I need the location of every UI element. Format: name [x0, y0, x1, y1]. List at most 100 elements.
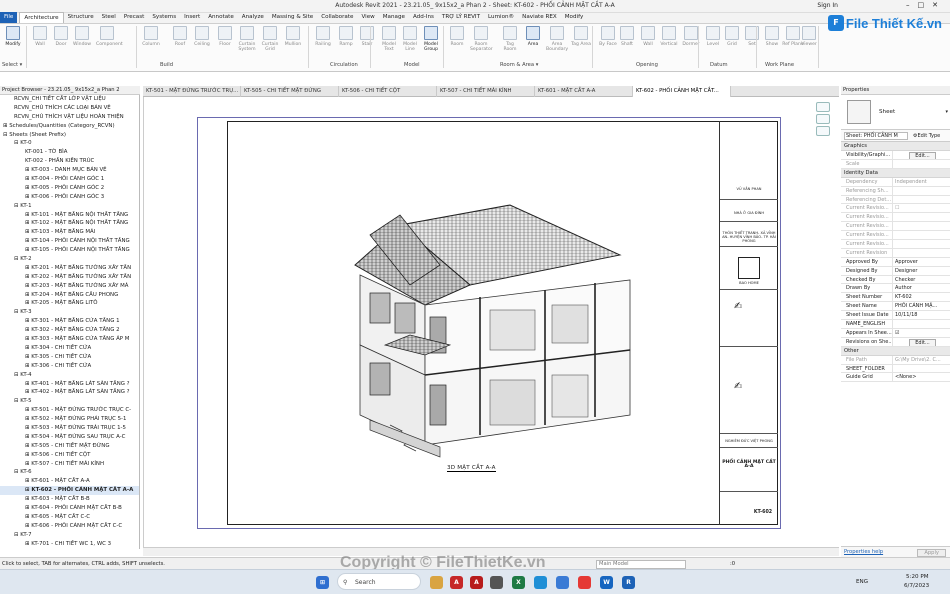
ribbon-button-viewer[interactable]: Viewer — [798, 25, 820, 61]
property-value[interactable] — [893, 222, 950, 230]
ribbon-tab-tr-l-revit[interactable]: TRỢ LÝ REVIT — [438, 12, 484, 23]
property-value[interactable] — [893, 320, 950, 328]
ribbon-button-shaft[interactable]: Shaft — [616, 25, 638, 61]
tree-item[interactable]: RCVN_CHÚ THÍCH CÁC LOẠI BẢN VẼ — [0, 104, 139, 113]
property-value[interactable]: Independent — [893, 178, 950, 186]
ribbon-button-column[interactable]: Column — [140, 25, 162, 61]
clock-time[interactable]: 5:20 PM — [906, 574, 929, 580]
tree-item[interactable]: ⊞ KT-202 - MẶT BẰNG TƯỜNG XÂY TẦN — [0, 273, 139, 282]
ribbon-button-railing[interactable]: Railing — [312, 25, 334, 61]
tree-item[interactable]: ⊞ KT-105 - PHỐI CẢNH NỘI THẤT TẦNG — [0, 246, 139, 255]
tree-item[interactable]: ⊞ KT-101 - MẶT BẰNG NỘI THẤT TẦNG — [0, 211, 139, 220]
ribbon-button-area[interactable]: Area — [522, 25, 544, 61]
ribbon-panel-opening[interactable]: Opening — [636, 62, 658, 68]
property-value[interactable] — [893, 187, 950, 195]
ribbon-panel-circulation[interactable]: Circulation — [330, 62, 358, 68]
edge-icon[interactable] — [534, 576, 547, 589]
edit-button[interactable]: Edit... — [909, 152, 936, 159]
ribbon-tab-precast[interactable]: Precast — [120, 12, 149, 23]
tree-item[interactable]: ⊞ KT-606 - PHỐI CẢNH MẶT CẮT C-C — [0, 522, 139, 531]
active-model-dropdown[interactable]: Main Model — [596, 560, 686, 569]
ribbon-button-wall[interactable]: Wall — [637, 25, 659, 61]
ribbon-button-ramp[interactable]: Ramp — [335, 25, 357, 61]
ribbon-button-curtain-system[interactable]: Curtain System — [236, 25, 258, 61]
property-value[interactable]: Edit... — [893, 338, 950, 346]
tree-item[interactable]: ⊞ KT-005 - PHỐI CẢNH GÓC 2 — [0, 184, 139, 193]
tree-item[interactable]: ⊞ KT-306 - CHI TIẾT CỬA — [0, 362, 139, 371]
windows-start-icon[interactable]: ⊞ — [316, 576, 329, 589]
ribbon-tab-modify[interactable]: Modify — [561, 12, 588, 23]
language-indicator[interactable]: ENG — [856, 579, 868, 585]
ribbon-tab-architecture[interactable]: Architecture — [19, 12, 64, 23]
ribbon-panel-build[interactable]: Build — [160, 62, 173, 68]
tree-item[interactable]: ⊞ KT-305 - CHI TIẾT CỬA — [0, 353, 139, 362]
revit-icon[interactable]: R — [622, 576, 635, 589]
excel-icon[interactable]: X — [512, 576, 525, 589]
property-value[interactable]: Approver — [893, 258, 950, 266]
property-value[interactable]: Designer — [893, 267, 950, 275]
ribbon-button-vertical[interactable]: Vertical — [658, 25, 680, 61]
ribbon-tab-file[interactable]: File — [0, 12, 18, 23]
tree-item[interactable]: ⊞ KT-402 - MẶT BẰNG LÁT SÀN TẦNG ? — [0, 388, 139, 397]
ribbon-panel-datum[interactable]: Datum — [710, 62, 728, 68]
ribbon-button-modify[interactable]: Modify — [2, 25, 24, 61]
tree-item[interactable]: ⊞ KT-506 - CHI TIẾT CỘT — [0, 451, 139, 460]
property-value[interactable]: ☐ — [893, 204, 950, 212]
tree-item[interactable]: RCVN_CHÚ THÍCH VẬT LIỆU HOÀN THIỆN — [0, 113, 139, 122]
tree-item[interactable]: ⊟ KT-3 — [0, 308, 139, 317]
property-group-identity-data[interactable]: Identity Data — [841, 168, 950, 178]
tree-item[interactable]: ⊞ KT-301 - MẶT BẰNG CỬA TẦNG 1 — [0, 317, 139, 326]
tree-item[interactable]: RCVN_CHI TIẾT CẮT LỚP VẬT LIỆU — [0, 95, 139, 104]
ribbon-button-roof[interactable]: Roof — [169, 25, 191, 61]
tree-item[interactable]: ⊞ KT-104 - PHỐI CẢNH NỘI THẤT TẦNG — [0, 237, 139, 246]
edit-type-button[interactable]: ⚙Edit Type — [913, 132, 940, 140]
ribbon-button-door[interactable]: Door — [50, 25, 72, 61]
tree-item[interactable]: ⊞ KT-203 - MẶT BẰNG TƯỜNG XÂY MÁ — [0, 282, 139, 291]
tree-item[interactable]: ⊞ KT-604 - PHỐI CẢNH MẶT CẮT B-B — [0, 504, 139, 513]
tree-item[interactable]: KT-002 - PHẦN KIẾN TRÚC — [0, 157, 139, 166]
tree-item[interactable]: ⊞ KT-006 - PHỐI CẢNH GÓC 3 — [0, 193, 139, 202]
chrome-icon[interactable] — [578, 576, 591, 589]
property-value[interactable]: Author — [893, 284, 950, 292]
property-value[interactable]: <None> — [893, 373, 950, 381]
tree-item[interactable]: ⊞ KT-003 - DANH MỤC BẢN VẼ — [0, 166, 139, 175]
tree-item[interactable]: ⊞ KT-302 - MẶT BẰNG CỬA TẦNG 2 — [0, 326, 139, 335]
tree-item[interactable]: ⊞ KT-501 - MẶT ĐỨNG TRƯỚC TRỤC C- — [0, 406, 139, 415]
ribbon-button-area-boundary[interactable]: Area Boundary — [546, 25, 568, 61]
ribbon-button-room[interactable]: Room — [446, 25, 468, 61]
ribbon-button-floor[interactable]: Floor — [214, 25, 236, 61]
tree-item[interactable]: ⊞ KT-502 - MẶT ĐỨNG PHẢI TRỤC 5-1 — [0, 415, 139, 424]
tree-item[interactable]: ⊟ KT-1 — [0, 202, 139, 211]
tree-item[interactable]: ⊞ KT-004 - PHỐI CẢNH GÓC 1 — [0, 175, 139, 184]
tree-item[interactable]: ⊟ KT-7 — [0, 531, 139, 540]
property-value[interactable] — [893, 213, 950, 221]
tree-item[interactable]: ⊟ Sheets (Sheet Prefix) — [0, 131, 139, 140]
view-tab[interactable]: KT-506 - CHI TIẾT CỘT — [339, 86, 437, 97]
property-value[interactable]: Edit... — [893, 151, 950, 159]
tree-item[interactable]: ⊟ KT-5 — [0, 397, 139, 406]
property-value[interactable]: KT-602 — [893, 293, 950, 301]
property-value[interactable]: 10/11/18 — [893, 311, 950, 319]
view-tab[interactable]: KT-507 - CHI TIẾT MÁI KÍNH — [437, 86, 535, 97]
ribbon-button-stair[interactable]: Stair — [356, 25, 378, 61]
ribbon-panel-work-plane[interactable]: Work Plane — [765, 62, 794, 68]
taskbar-search-input[interactable]: ⚲ Search — [337, 573, 421, 590]
ribbon-tab-naviate-rex[interactable]: Naviate REX — [518, 12, 561, 23]
apply-button[interactable]: Apply — [917, 549, 946, 557]
house-section-3d-view[interactable] — [330, 185, 660, 465]
ribbon-button-model-group[interactable]: Model Group — [420, 25, 442, 61]
tree-item[interactable]: ⊞ KT-503 - MẶT ĐỨNG TRÁI TRỤC 1-5 — [0, 424, 139, 433]
ribbon-button-ceiling[interactable]: Ceiling — [191, 25, 213, 61]
ribbon-button-model-line[interactable]: Model Line — [399, 25, 421, 61]
ribbon-tab-insert[interactable]: Insert — [180, 12, 204, 23]
tree-item[interactable]: ⊟ KT-4 — [0, 371, 139, 380]
tree-item[interactable]: ⊞ KT-201 - MẶT BẰNG TƯỜNG XÂY TẦN — [0, 264, 139, 273]
tree-item[interactable]: ⊞ KT-701 - CHI TIẾT WC 1, WC 3 — [0, 540, 139, 549]
tree-item[interactable]: ⊞ KT-103 - MẶT BẰNG MÁI — [0, 228, 139, 237]
tree-item[interactable]: ⊞ KT-603 - MẶT CẮT B-B — [0, 495, 139, 504]
steering-wheel-icon[interactable] — [816, 102, 830, 112]
ribbon-button-room-separator[interactable]: Room Separator — [470, 25, 493, 61]
ribbon-tab-view[interactable]: View — [357, 12, 378, 23]
property-value[interactable]: ☑ — [893, 329, 950, 337]
chevron-down-icon[interactable]: ▾ — [945, 109, 948, 115]
